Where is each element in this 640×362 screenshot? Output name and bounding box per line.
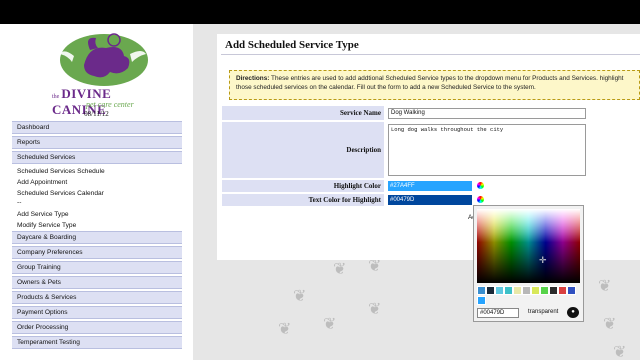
transparent-label[interactable]: transparent	[528, 309, 558, 315]
color-swatch[interactable]	[477, 286, 486, 295]
color-wheel-icon[interactable]	[477, 196, 484, 203]
color-picker-popup: ✛ #00479D transparent ●	[473, 205, 584, 322]
top-black-bar	[0, 0, 640, 24]
sidebar-item-add-service-type[interactable]: Add Service Type	[12, 209, 182, 220]
paw-print-icon: ❦	[293, 288, 307, 305]
swatch-row	[477, 286, 580, 295]
sidebar-item-separator: --	[17, 199, 22, 206]
directions-box: Directions: These entries are used to ad…	[229, 70, 640, 100]
color-swatch[interactable]	[567, 286, 576, 295]
sidebar-item-daycare-boarding[interactable]: Daycare & Boarding	[12, 231, 182, 244]
description-label: Description	[222, 122, 384, 178]
sidebar-item-payment-options[interactable]: Payment Options	[12, 306, 182, 319]
description-row: Description Long dog walks throughout th…	[222, 122, 586, 178]
paw-print-icon: ❦	[278, 321, 292, 338]
paw-print-icon: ❦	[368, 301, 382, 318]
highlight-color-input[interactable]: #27A4FF	[388, 181, 472, 191]
text-color-row: Text Color for Highlight #00479D	[222, 194, 487, 206]
service-name-input[interactable]: Dog Walking	[388, 108, 586, 119]
description-textarea[interactable]: Long dog walks throughout the city	[388, 124, 586, 176]
brand-name-prefix: the	[52, 94, 60, 100]
color-swatch[interactable]	[504, 286, 513, 295]
color-swatch[interactable]	[558, 286, 567, 295]
color-swatch[interactable]	[531, 286, 540, 295]
color-swatch[interactable]	[486, 286, 495, 295]
highlight-color-row: Highlight Color #27A4FF	[222, 180, 487, 192]
text-color-label: Text Color for Highlight	[222, 194, 384, 206]
picker-hex-input[interactable]: #00479D	[477, 308, 519, 318]
sidebar-item-products-services[interactable]: Products & Services	[12, 291, 182, 304]
crosshair-icon: ✛	[539, 255, 547, 265]
color-spectrum[interactable]: ✛	[477, 209, 580, 283]
sidebar-item-add-appointment[interactable]: Add Appointment	[12, 177, 182, 188]
service-name-label: Service Name	[222, 106, 384, 120]
sidebar-nav: Dashboard Reports Scheduled Services Schedu…	[12, 121, 182, 351]
sidebar-item-company-preferences[interactable]: Company Preferences	[12, 246, 182, 259]
color-wheel-icon[interactable]	[477, 182, 484, 189]
selected-swatch[interactable]	[477, 296, 486, 305]
sidebar-item-owners-pets[interactable]: Owners & Pets	[12, 276, 182, 289]
color-swatch[interactable]	[522, 286, 531, 295]
directions-text: These entries are used to add addtional …	[236, 75, 624, 91]
title-divider	[221, 54, 640, 55]
sidebar-item-scheduled-services-schedule[interactable]: Scheduled Services Schedule	[12, 166, 182, 177]
paw-print-icon: ❦	[613, 344, 627, 361]
sidebar-item-dashboard[interactable]: Dashboard	[12, 121, 182, 134]
sidebar-item-order-processing[interactable]: Order Processing	[12, 321, 182, 334]
color-swatch[interactable]	[495, 286, 504, 295]
directions-label: Directions:	[236, 75, 270, 82]
service-name-row: Service Name Dog Walking	[222, 106, 586, 120]
sidebar-item-reports[interactable]: Reports	[12, 136, 182, 149]
sidebar-item-group-training[interactable]: Group Training	[12, 261, 182, 274]
paw-print-icon: ❦	[598, 278, 612, 295]
current-date: 08/11/12	[84, 110, 109, 118]
color-swatch[interactable]	[540, 286, 549, 295]
highlight-color-label: Highlight Color	[222, 180, 384, 192]
color-swatch[interactable]	[549, 286, 558, 295]
picker-ok-button[interactable]: ●	[567, 307, 579, 318]
color-swatch[interactable]	[513, 286, 522, 295]
sidebar-item-scheduled-services[interactable]: Scheduled Services	[12, 151, 182, 164]
brand-tagline: pet care center	[86, 100, 134, 109]
logo: the DIVINE CANINE pet care center	[44, 30, 164, 117]
sidebar-item-modify-service-type[interactable]: Modify Service Type	[12, 220, 182, 231]
text-color-input[interactable]: #00479D	[388, 195, 472, 205]
sidebar-item-scheduled-services-calendar[interactable]: Scheduled Services Calendar	[12, 188, 182, 199]
paw-print-icon: ❦	[323, 316, 337, 333]
paw-print-icon: ❦	[603, 316, 617, 333]
page-title: Add Scheduled Service Type	[225, 39, 359, 51]
paw-print-icon: ❦	[333, 261, 347, 278]
sidebar-item-temperament-testing[interactable]: Temperament Testing	[12, 336, 182, 349]
